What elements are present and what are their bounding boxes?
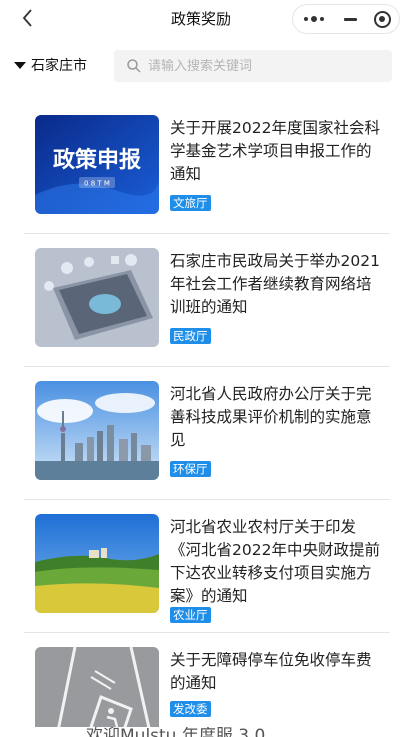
close-button[interactable]	[365, 5, 399, 33]
department-tag: 环保厅	[170, 461, 211, 477]
item-title: 关于开展2022年度国家社会科学基金艺术学项目申报工作的通知	[170, 119, 380, 183]
more-button[interactable]	[297, 5, 331, 33]
search-input[interactable]	[148, 58, 378, 74]
list-item[interactable]: 政策申报 0 8 T M 关于开展2022年度国家社会科学基金艺术学项目申报工作…	[24, 101, 390, 234]
item-title: 关于无障碍停车位免收停车费的通知	[170, 651, 372, 692]
minimize-button[interactable]	[333, 5, 367, 33]
target-circle-icon	[373, 10, 391, 28]
search-icon	[127, 59, 141, 73]
filter-bar: 石家庄市	[0, 48, 402, 84]
thumbnail-tablet-tech	[35, 248, 159, 347]
policy-list: 政策申报 0 8 T M 关于开展2022年度国家社会科学基金艺术学项目申报工作…	[24, 101, 390, 737]
thumbnail-farmland	[35, 514, 159, 613]
thumbnail-policy-declaration: 政策申报 0 8 T M	[35, 115, 159, 214]
item-title: 石家庄市民政局关于举办2021年社会工作者继续教育网络培训班的通知	[170, 252, 380, 316]
svg-text:政策申报: 政策申报	[53, 147, 141, 173]
department-tag: 农业厅	[170, 607, 211, 623]
list-item[interactable]: 河北省农业农村厅关于印发《河北省2022年中央财政提前下达农业转移支付项目实施方…	[24, 500, 390, 633]
list-item[interactable]: 石家庄市民政局关于举办2021年社会工作者继续教育网络培训班的通知 民政厅	[24, 234, 390, 367]
thumbnail-city-skyline	[35, 381, 159, 480]
city-selector[interactable]: 石家庄市	[14, 55, 87, 75]
mini-program-capsule	[292, 4, 400, 34]
minus-icon	[343, 17, 357, 21]
item-title: 河北省人民政府办公厅关于完善科技成果评价机制的实施意见	[170, 385, 372, 449]
more-dots-icon	[304, 16, 324, 22]
list-item[interactable]: 关于无障碍停车位免收停车费的通知 发改委	[24, 633, 390, 737]
department-tag: 文旅厅	[170, 195, 211, 211]
search-box[interactable]	[114, 50, 392, 82]
item-title: 河北省农业农村厅关于印发《河北省2022年中央财政提前下达农业转移支付项目实施方…	[170, 518, 380, 605]
department-tag: 发改委	[170, 701, 211, 717]
thumbnail-parking-space	[35, 647, 159, 737]
caret-down-icon	[14, 61, 26, 69]
department-tag: 民政厅	[170, 328, 211, 344]
city-label: 石家庄市	[31, 58, 87, 74]
navigation-bar: 政策奖励	[0, 0, 402, 36]
list-item[interactable]: 河北省人民政府办公厅关于完善科技成果评价机制的实施意见 环保厅	[24, 367, 390, 500]
svg-text:0 8 T M: 0 8 T M	[84, 180, 110, 188]
footer-partial-text: 欢迎Mulstu 年度服 3.0	[0, 727, 402, 737]
